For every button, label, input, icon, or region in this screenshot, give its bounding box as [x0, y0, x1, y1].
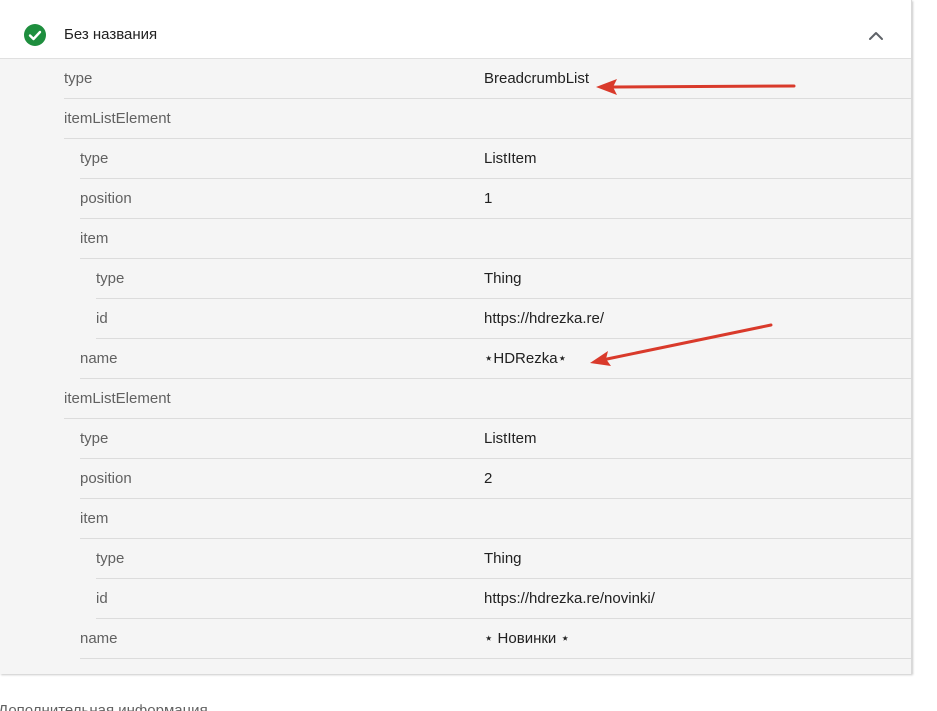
property-key: item: [80, 510, 109, 527]
property-value: Thing: [484, 550, 522, 567]
property-value: ListItem: [484, 150, 537, 167]
property-key: position: [80, 190, 132, 207]
property-row: type Thing: [96, 539, 911, 579]
property-row: name ⋆ Новинки ⋆: [80, 619, 911, 659]
property-key: id: [96, 590, 108, 607]
property-value: ⋆ Новинки ⋆: [484, 630, 570, 647]
property-value: 1: [484, 190, 493, 207]
additional-info-heading: Дополнительная информация: [0, 702, 208, 711]
property-row: itemListElement: [64, 99, 911, 139]
property-row: position 1: [80, 179, 911, 219]
page: Без названия type BreadcrumbList itemListE…: [0, 0, 937, 711]
property-value: ⋆HDRezka⋆: [484, 350, 567, 367]
structured-data-card: Без названия type BreadcrumbList itemListE…: [0, 0, 912, 674]
chevron-up-icon[interactable]: [866, 26, 886, 46]
property-key: type: [64, 70, 93, 87]
property-key: itemListElement: [64, 390, 171, 407]
property-value: ListItem: [484, 430, 537, 447]
property-key: type: [80, 430, 109, 447]
property-value: 2: [484, 470, 493, 487]
property-row: itemListElement: [64, 379, 911, 419]
check-circle-icon: [24, 24, 46, 46]
property-value: Thing: [484, 270, 522, 287]
property-row: position 2: [80, 459, 911, 499]
property-value: https://hdrezka.re/: [484, 310, 605, 327]
property-key: type: [96, 270, 125, 287]
property-key: name: [80, 350, 118, 367]
property-row: id https://hdrezka.re/novinki/: [96, 579, 911, 619]
property-row: id https://hdrezka.re/: [96, 299, 911, 339]
property-value: https://hdrezka.re/novinki/: [484, 590, 655, 607]
property-row: name ⋆HDRezka⋆: [80, 339, 911, 379]
property-row: item: [80, 499, 911, 539]
property-row: type ListItem: [80, 139, 911, 179]
property-key: item: [80, 230, 109, 247]
property-key: position: [80, 470, 132, 487]
property-key: type: [80, 150, 109, 167]
property-key: type: [96, 550, 125, 567]
property-key: name: [80, 630, 118, 647]
property-row: type Thing: [96, 259, 911, 299]
card-title: Без названия: [64, 26, 158, 43]
properties-table: type BreadcrumbList itemListElement type Lis…: [0, 59, 911, 674]
property-key: id: [96, 310, 108, 327]
property-key: itemListElement: [64, 110, 171, 127]
property-row: type BreadcrumbList: [64, 59, 911, 99]
property-row: type ListItem: [80, 419, 911, 459]
property-value: BreadcrumbList: [484, 70, 590, 87]
card-header[interactable]: Без названия: [0, 0, 911, 59]
property-row: item: [80, 219, 911, 259]
